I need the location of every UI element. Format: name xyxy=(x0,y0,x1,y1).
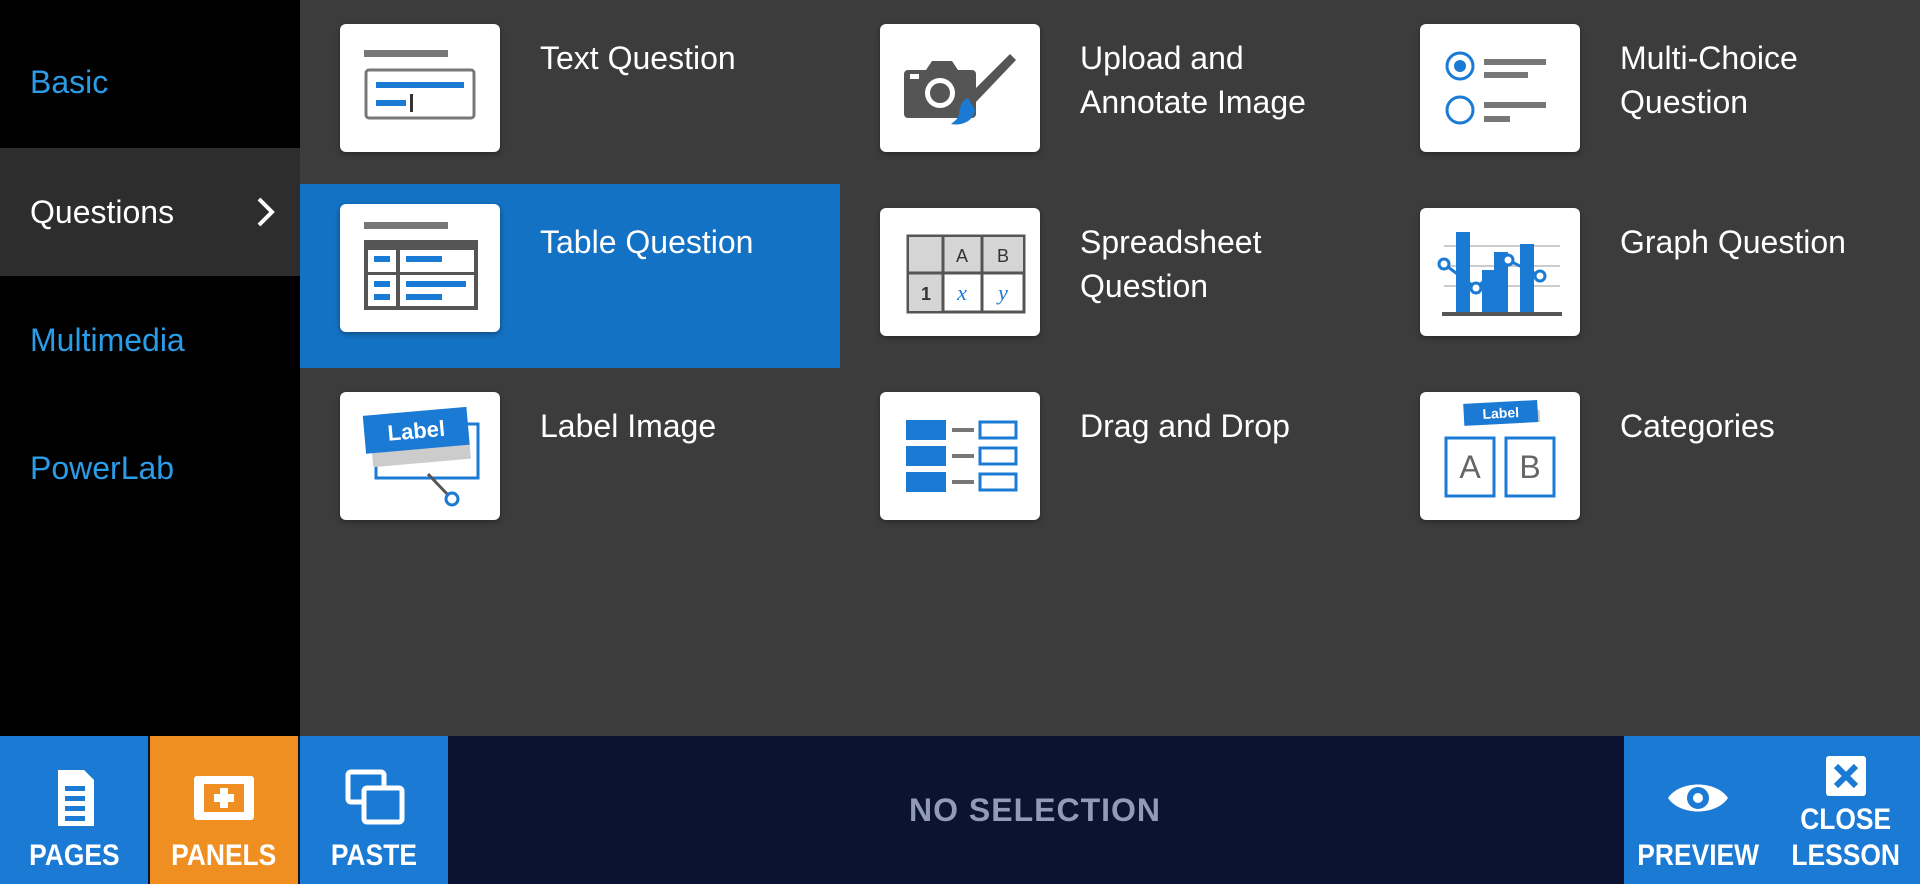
panel-label: Upload and Annotate Image xyxy=(1080,40,1306,120)
categories-icon: Label A B xyxy=(1420,392,1580,520)
sidebar-item-multimedia[interactable]: Multimedia xyxy=(0,276,300,404)
close-label-line2: LESSON xyxy=(1791,839,1901,872)
panel-label: Multi-Choice Question xyxy=(1620,40,1798,120)
pages-icon xyxy=(58,770,94,826)
label-tag-text: Label xyxy=(387,416,446,446)
panel-label: Spreadsheet Question xyxy=(1080,224,1262,304)
spreadsheet-icon: A B 1 x y xyxy=(880,208,1040,336)
panel-spreadsheet-question[interactable]: A B 1 x y Spreadsheet Question xyxy=(840,184,1380,368)
sidebar-item-label: PowerLab xyxy=(30,449,175,486)
chevron-right-icon xyxy=(257,197,275,227)
pages-label: PAGES xyxy=(28,839,120,872)
sidebar-item-powerlab[interactable]: PowerLab xyxy=(0,404,300,532)
paste-icon xyxy=(345,769,405,825)
drag-drop-icon xyxy=(880,392,1040,520)
sidebar-item-label: Questions xyxy=(30,193,175,230)
selection-status: NO SELECTION xyxy=(908,791,1161,828)
paste-label: PASTE xyxy=(330,839,418,872)
sidebar-item-basic[interactable]: Basic xyxy=(0,18,300,146)
multi-choice-icon xyxy=(1420,24,1580,152)
panel-multi-choice-question[interactable]: Multi-Choice Question xyxy=(1380,0,1920,184)
preview-label: PREVIEW xyxy=(1637,839,1759,872)
preview-button[interactable]: PREVIEW xyxy=(1624,736,1772,884)
spreadsheet-cell-y: y xyxy=(996,280,1008,305)
spreadsheet-col-b: B xyxy=(997,246,1009,266)
panel-label: Table Question xyxy=(540,224,754,260)
sidebar-item-questions[interactable]: Questions xyxy=(0,148,300,276)
panel-label: Categories xyxy=(1620,408,1775,444)
categories-tag-text: Label xyxy=(1482,404,1519,422)
label-image-icon: Label xyxy=(340,392,500,520)
pages-button[interactable]: PAGES xyxy=(0,736,148,884)
camera-brush-icon xyxy=(880,24,1040,152)
add-panel-icon xyxy=(194,776,254,820)
panel-categories[interactable]: Label A B Categories xyxy=(1380,368,1920,552)
category-box-a: A xyxy=(1459,449,1481,485)
table-question-icon xyxy=(340,204,500,332)
text-question-icon xyxy=(340,24,500,152)
panel-label: Graph Question xyxy=(1620,224,1846,260)
panel-label: Label Image xyxy=(540,408,717,444)
eye-icon xyxy=(1668,784,1728,812)
panel-label: Text Question xyxy=(540,40,736,76)
sidebar-item-label: Basic xyxy=(30,63,109,100)
sidebar: Basic Questions Multimedia PowerLab xyxy=(0,0,300,736)
panel-label-image[interactable]: Label Label Image xyxy=(300,368,840,552)
paste-button[interactable]: PASTE xyxy=(300,736,448,884)
panel-graph-question[interactable]: Graph Question xyxy=(1380,184,1920,368)
category-box-b: B xyxy=(1519,449,1540,485)
spreadsheet-col-a: A xyxy=(956,246,968,266)
close-lesson-button[interactable]: CLOSE LESSON xyxy=(1772,736,1920,884)
panel-drag-and-drop[interactable]: Drag and Drop xyxy=(840,368,1380,552)
sidebar-item-label: Multimedia xyxy=(30,321,185,358)
close-icon xyxy=(1826,756,1866,796)
panel-table-question[interactable]: Table Question xyxy=(300,184,840,368)
panels-label: PANELS xyxy=(171,839,277,872)
bottom-toolbar: PAGES PANELS PASTE NO SELECTION PREVIEW xyxy=(0,736,1920,884)
panel-upload-annotate-image[interactable]: Upload and Annotate Image xyxy=(840,0,1380,184)
panels-button[interactable]: PANELS xyxy=(150,736,298,884)
graph-icon xyxy=(1420,208,1580,336)
panel-label: Drag and Drop xyxy=(1080,408,1290,444)
panel-grid: Text Question Upload and Annotate Image xyxy=(300,0,1920,736)
spreadsheet-cell-x: x xyxy=(956,280,967,305)
close-label-line1: CLOSE xyxy=(1800,803,1892,836)
panel-text-question[interactable]: Text Question xyxy=(300,0,840,184)
spreadsheet-row-1: 1 xyxy=(921,284,931,304)
